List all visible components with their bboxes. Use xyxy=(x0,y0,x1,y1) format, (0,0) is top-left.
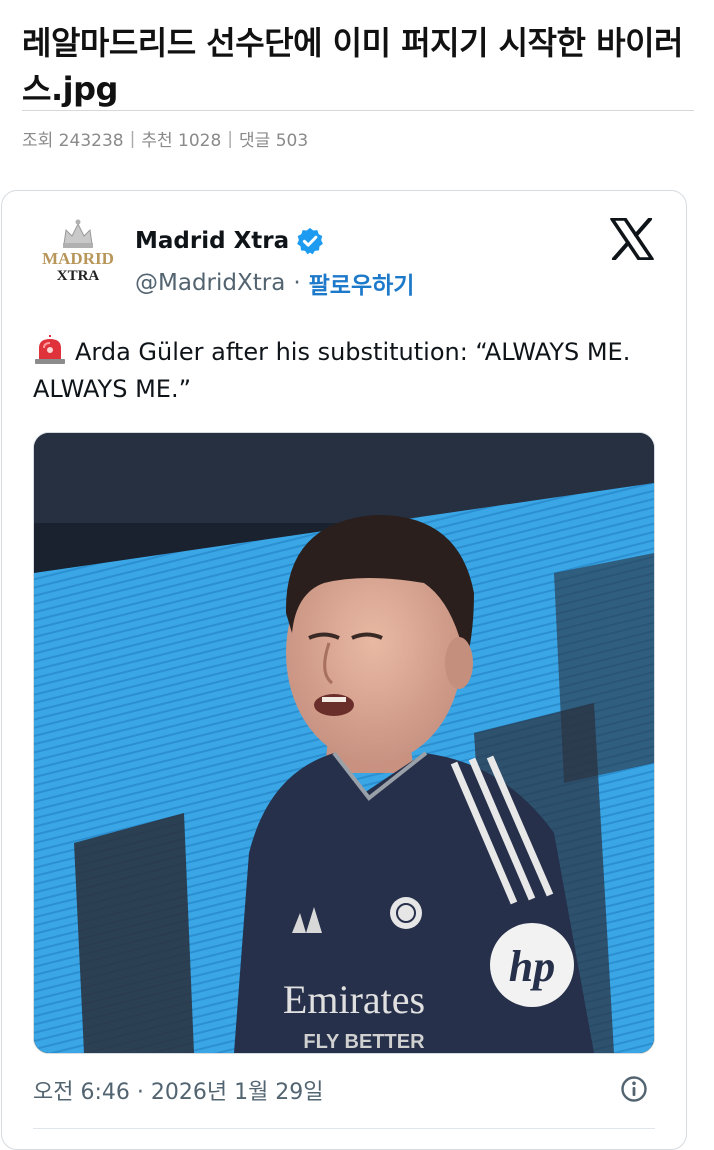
post-title: 레알마드리드 선수단에 이미 퍼지기 시작한 바이러스.jpg xyxy=(22,24,683,108)
tweet-media-image[interactable]: Emirates FLY BETTER hp xyxy=(33,432,655,1054)
author-handle[interactable]: @MadridXtra xyxy=(135,270,285,296)
author-name[interactable]: Madrid Xtra xyxy=(135,228,289,254)
author-avatar[interactable]: MADRID XTRA xyxy=(36,214,120,298)
info-icon[interactable] xyxy=(620,1075,648,1103)
meta-separator: | xyxy=(227,128,234,149)
tweet-text-block: Arda Güler after his substitution: “ALWA… xyxy=(33,334,653,408)
jersey-sponsor-line2: FLY BETTER xyxy=(303,1031,425,1053)
view-count: 조회 243238 xyxy=(22,131,124,151)
x-logo-icon[interactable] xyxy=(610,218,654,260)
player-photo: Emirates FLY BETTER hp xyxy=(34,433,654,1053)
author-name-row[interactable]: Madrid Xtra xyxy=(135,226,325,256)
crown-icon xyxy=(63,219,93,248)
sleeve-logo: hp xyxy=(509,942,555,991)
comment-count: 댓글 503 xyxy=(239,131,309,151)
tweet-footer-divider xyxy=(33,1128,655,1129)
follow-button[interactable]: 팔로우하기 xyxy=(309,266,415,300)
tweet-timestamp[interactable]: 오전 6:46 · 2026년 1월 29일 xyxy=(33,1074,324,1106)
verified-badge-icon xyxy=(297,227,324,255)
handle-row: @MadridXtra · 팔로우하기 xyxy=(135,266,414,300)
meta-separator: | xyxy=(129,128,136,149)
recommend-count: 추천 1028 xyxy=(141,131,222,151)
handle-separator: · xyxy=(293,270,301,296)
siren-emoji-icon xyxy=(35,335,65,364)
tweet-text: Arda Güler after his substitution: “ALWA… xyxy=(33,338,631,403)
avatar-logo-bottom: XTRA xyxy=(57,268,100,284)
title-divider xyxy=(22,110,694,111)
post-meta: 조회 243238 | 추천 1028 | 댓글 503 xyxy=(22,126,309,152)
jersey-sponsor: Emirates xyxy=(283,977,425,1022)
avatar-logo-top: MADRID xyxy=(42,249,114,268)
